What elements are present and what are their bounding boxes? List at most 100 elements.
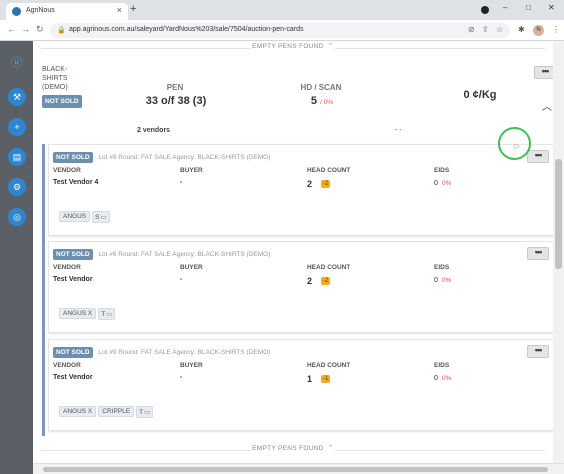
cattle-settings-icon[interactable]: ⚙ [8,178,26,196]
buyer-name: - [180,276,183,283]
horizontal-scrollbar[interactable] [33,463,564,474]
minimize-button[interactable]: – [503,3,507,12]
lock-icon: 🔒 [57,27,66,34]
breed-tag: ANGUS [59,211,91,222]
vendor-label: VENDOR [53,362,81,369]
sex-tag: S▭ [92,211,110,223]
browser-tab-bar: AgriNous × + – □ ✕ [0,0,564,20]
url-text[interactable]: app.agrinous.com.au/saleyard/YardNous%20… [69,26,304,33]
avatar[interactable]: N [533,25,544,36]
lot-tags: ANGUS X CRIPPLE T▭ [59,406,155,418]
window-close-button[interactable]: ✕ [548,3,555,12]
agency-name: BLACK-SHIRTS (DEMO) NOT SOLD [42,65,82,108]
monitor-icon[interactable]: ▭ [100,214,106,221]
pen-value: 33 o/f 38 (3) [145,95,207,107]
extensions-icon[interactable]: ✱ [518,25,525,34]
hd-count: 5 [310,95,318,107]
profile-indicator-icon[interactable] [481,6,489,14]
lot-meta: Lot #6 Round: FAT SALE Agency: BLACK-SHI… [98,251,271,258]
browser-tab[interactable]: AgriNous × [6,3,128,20]
head-delta-badge: -2 [321,180,331,188]
add-icon[interactable]: + [8,118,26,136]
agency-label: BLACK-SHIRTS (DEMO) [42,66,68,91]
new-tab-button[interactable]: + [130,3,136,15]
omnibox[interactable]: 🔒 app.agrinous.com.au/saleyard/YardNous%… [50,23,510,38]
head-delta-badge: -1 [321,375,331,383]
status-badge: NOT SOLD [53,249,93,260]
status-badge: NOT SOLD [53,152,93,163]
app-logo-icon[interactable]: ⓤ [11,54,23,69]
sex-tag-label: T [139,409,144,416]
vendor-label: VENDOR [53,167,81,174]
lot-meta: Lot #8 Round: FAT SALE Agency: BLACK-SHI… [98,154,271,161]
sex-tag: T▭ [98,308,116,320]
pen-label: PEN [166,83,184,92]
maximize-button[interactable]: □ [526,3,531,12]
sex-tag-label: S [95,214,100,221]
head-count-label: HEAD COUNT [307,362,351,369]
lot-more-button[interactable]: ••• [527,150,549,163]
camera-blocked-icon[interactable]: ⊘ [468,25,475,34]
tab-close-icon[interactable]: × [117,5,122,15]
vendor-name[interactable]: Test Vendor [53,374,93,381]
vendors-count: 2 vendors [137,127,171,134]
empty-pens-banner-bottom[interactable]: EMPTY PENS FOUND ⌃ [33,444,553,456]
id-card-icon[interactable]: ▤ [8,148,26,166]
main-content: EMPTY PENS FOUND ⌃ BLACK-SHIRTS (DEMO) NO… [33,41,564,474]
browser-menu-icon[interactable]: ⋮ [552,25,560,34]
eids-count: 0 [434,180,438,187]
sex-tag-label: T [101,311,106,318]
hd-scan-value: 5 / 0% [302,95,342,107]
share-icon[interactable]: ⇪ [482,25,489,34]
breed-tag: ANGUS X [59,406,97,417]
eids-pct: 0% [442,180,452,187]
price-value: 0 ¢/Kg [463,89,497,101]
reload-icon[interactable]: ↻ [36,24,44,35]
breed-tag: ANGUS X [59,308,97,319]
lot-card: NOT SOLD Lot #6 Round: FAT SALE Agency: … [48,241,557,333]
head-count: 1 [307,374,313,384]
forward-icon[interactable]: → [21,24,30,34]
lot-card: NOT SOLD Lot #9 Round: FAT SALE Agency: … [48,339,557,431]
lot-header: NOT SOLD Lot #8 Round: FAT SALE Agency: … [53,152,270,163]
lot-header: NOT SOLD Lot #9 Round: FAT SALE Agency: … [53,347,270,358]
monitor-icon[interactable]: ▭ [106,311,112,318]
vertical-scroll-thumb[interactable] [555,159,562,269]
cattle-search-icon[interactable]: ◎ [8,208,26,226]
eids-count: 0 [434,277,438,284]
empty-pens-banner-top[interactable]: EMPTY PENS FOUND ⌃ [33,42,553,54]
buyer-name: - [180,374,183,381]
eids-label: EIDS [434,362,450,369]
head-count-label: HEAD COUNT [307,167,351,174]
buyer-name: - [180,179,183,186]
head-count: 2 [307,276,313,286]
collapse-caret-icon[interactable]: ︿ [542,98,552,113]
vertical-scrollbar[interactable] [553,41,564,463]
buyer-label: BUYER [180,167,203,174]
lot-tags: ANGUS S▭ [59,211,112,223]
horizontal-scroll-thumb[interactable] [43,467,548,472]
address-bar: ← → ↻ 🔒 app.agrinous.com.au/saleyard/Yar… [0,20,564,41]
condition-tag: CRIPPLE [98,406,135,417]
agrinous-favicon-icon [12,7,21,16]
bookmark-star-icon[interactable]: ☆ [496,25,503,34]
eids-pct: 0% [442,375,452,382]
tab-title: AgriNous [26,7,55,14]
pen-summary-card: BLACK-SHIRTS (DEMO) NOT SOLD PEN 33 o/f … [38,55,556,141]
lot-card: NOT SOLD Lot #8 Round: FAT SALE Agency: … [48,144,557,236]
app-sidebar: ⓤ ⚒ + ▤ ⚙ ◎ [0,41,33,474]
back-icon[interactable]: ← [7,24,16,34]
lot-more-button[interactable]: ••• [527,247,549,260]
vendor-name[interactable]: Test Vendor [53,276,93,283]
monitor-icon[interactable]: ▭ [144,409,150,416]
gavel-icon[interactable]: ⚒ [8,88,26,106]
hd-scan-label: HD / SCAN [300,83,342,92]
lot-meta: Lot #9 Round: FAT SALE Agency: BLACK-SHI… [98,349,271,356]
lot-list: NOT SOLD Lot #8 Round: FAT SALE Agency: … [42,144,557,436]
buyer-label: BUYER [180,264,203,271]
vendor-name[interactable]: Test Vendor 4 [53,179,98,186]
empty-pens-label: EMPTY PENS FOUND [252,43,324,50]
mouse-pointer-icon: ➤ [513,142,520,151]
head-delta-badge: -2 [321,277,331,285]
lot-more-button[interactable]: ••• [527,345,549,358]
